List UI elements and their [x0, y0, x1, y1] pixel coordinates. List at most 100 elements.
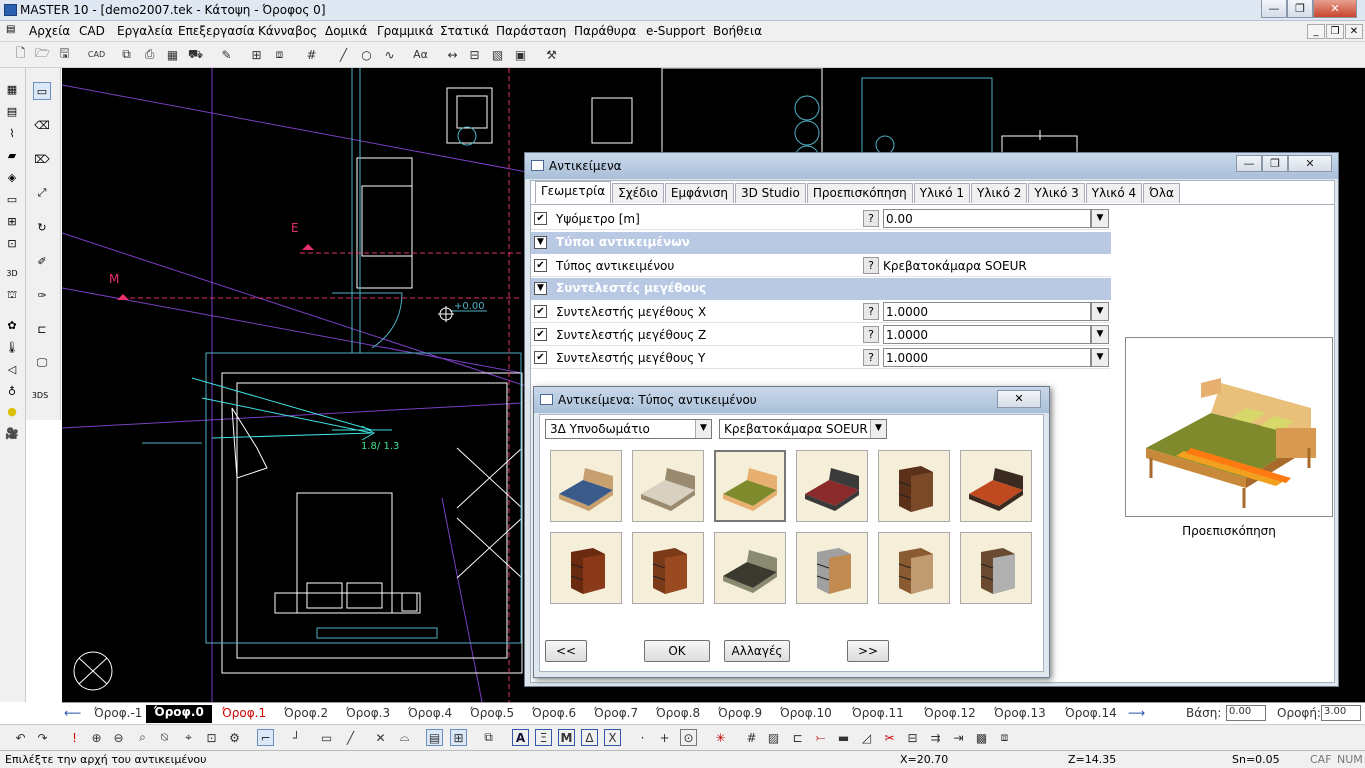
- roof-field[interactable]: 3.00: [1321, 705, 1361, 721]
- cad-icon[interactable]: CAD: [88, 46, 105, 63]
- dle-icon[interactable]: ⊟: [466, 46, 483, 63]
- window-icon[interactable]: ⊞: [3, 212, 21, 230]
- cart-icon[interactable]: ⛟: [187, 46, 204, 63]
- eyedropper-icon[interactable]: ✐: [33, 252, 51, 270]
- tallboy-icon[interactable]: [960, 532, 1032, 604]
- floor-tab-2[interactable]: Όροφ.2: [284, 706, 328, 720]
- category-select[interactable]: 3Δ Υπνοδωμάτιο ▼: [545, 419, 712, 439]
- wall-tool-icon[interactable]: ▬: [835, 729, 852, 746]
- thermometer-icon[interactable]: 🌡: [3, 338, 21, 356]
- grid-select-icon[interactable]: ⊞: [248, 46, 265, 63]
- erase-all-icon[interactable]: ⌦: [33, 150, 51, 168]
- menu-display[interactable]: Παράσταση: [496, 24, 566, 38]
- select-object-icon[interactable]: ▭: [33, 82, 51, 100]
- text-frame-icon[interactable]: Ξ: [535, 729, 552, 746]
- trim-icon[interactable]: ✂: [881, 729, 898, 746]
- align-icon[interactable]: ⊟: [904, 729, 921, 746]
- base-field[interactable]: 0.00: [1226, 705, 1266, 721]
- properties-icon[interactable]: ⊏: [33, 320, 51, 338]
- scale-x-dropdown-icon[interactable]: ▼: [1091, 302, 1109, 321]
- tab-appearance[interactable]: Εμφάνιση: [664, 183, 734, 203]
- print-icon[interactable]: ⎙: [141, 46, 158, 63]
- bed-blue-icon[interactable]: [550, 450, 622, 522]
- layers-icon[interactable]: ⧈: [271, 46, 288, 63]
- door-icon[interactable]: ⊡: [3, 234, 21, 252]
- scale-x-checkbox[interactable]: ✔: [534, 305, 547, 318]
- floor-tab-11[interactable]: Όροφ.11: [852, 706, 904, 720]
- floor-tab-14[interactable]: Όροφ.14: [1065, 706, 1117, 720]
- scale-y-dropdown-icon[interactable]: ▼: [1091, 348, 1109, 367]
- objects-dialog-minimize-button[interactable]: —: [1236, 155, 1262, 172]
- tab-preview[interactable]: Προεπισκόπηση: [806, 183, 913, 203]
- offset-icon[interactable]: ⇉: [927, 729, 944, 746]
- menu-linear[interactable]: Γραμμικά: [377, 24, 434, 38]
- hatch-area-icon[interactable]: ▨: [765, 729, 782, 746]
- extend-icon[interactable]: ⤚: [812, 729, 829, 746]
- text-m-icon[interactable]: M: [558, 729, 575, 746]
- zoom-previous-icon[interactable]: ⍉: [156, 729, 173, 746]
- vanity-mirror-icon[interactable]: [878, 532, 950, 604]
- size-section-header[interactable]: ▼ Συντελεστές μεγέθους: [531, 278, 1111, 300]
- types-collapse-icon[interactable]: ▼: [534, 236, 547, 249]
- menu-cad[interactable]: CAD: [79, 24, 105, 38]
- scale-x-field[interactable]: 1.0000: [883, 302, 1091, 321]
- tab-geometry[interactable]: Γεωμετρία: [535, 181, 612, 203]
- curve-icon[interactable]: ∿: [381, 46, 398, 63]
- bed-soeur-icon[interactable]: [714, 450, 786, 522]
- objects-dialog-titlebar[interactable]: Αντικείμενα — ❐ ✕: [525, 153, 1338, 179]
- pencil-icon[interactable]: ✎: [218, 46, 235, 63]
- drawers-grey-icon[interactable]: [796, 532, 868, 604]
- scale-z-dropdown-icon[interactable]: ▼: [1091, 325, 1109, 344]
- sun-icon[interactable]: ●: [3, 402, 21, 420]
- zoom-window-icon[interactable]: ⌕: [134, 729, 151, 746]
- rotate-icon[interactable]: ↻: [33, 218, 51, 236]
- menu-windows[interactable]: Παράθυρα: [574, 24, 636, 38]
- text-x-icon[interactable]: X: [604, 729, 621, 746]
- changes-button[interactable]: Αλλαγές: [724, 640, 790, 662]
- furniture-icon[interactable]: ⛫: [3, 286, 21, 304]
- 3ds-icon[interactable]: 3DS: [31, 386, 49, 404]
- lamp-icon[interactable]: ◁: [3, 360, 21, 378]
- scale-z-checkbox[interactable]: ✔: [534, 328, 547, 341]
- floor-tab-minus1[interactable]: Όροφ.-1: [94, 706, 142, 720]
- bed-slatted-icon[interactable]: [960, 450, 1032, 522]
- floor-tab-6[interactable]: Όροφ.6: [532, 706, 576, 720]
- floor-tab-9[interactable]: Όροφ.9: [718, 706, 762, 720]
- group-icon[interactable]: ⧈: [996, 729, 1013, 746]
- grid-hash-icon[interactable]: #: [743, 729, 760, 746]
- column-icon[interactable]: ▤: [3, 102, 21, 120]
- scale-y-checkbox[interactable]: ✔: [534, 351, 547, 364]
- snap-cross-icon[interactable]: ✕: [372, 729, 389, 746]
- ortho-icon[interactable]: ⌐: [257, 729, 274, 746]
- alert-icon[interactable]: !: [66, 729, 83, 746]
- item-select[interactable]: Κρεβατοκάμαρα SOEUR ▼: [719, 419, 887, 439]
- zoom-extents-icon[interactable]: ⊡: [203, 729, 220, 746]
- parallel-icon[interactable]: ⊏: [789, 729, 806, 746]
- category-dropdown-icon[interactable]: ▼: [695, 420, 711, 438]
- move-icon[interactable]: ⤢: [33, 184, 51, 202]
- bed-beige-icon[interactable]: [632, 450, 704, 522]
- prev-page-button[interactable]: <<: [545, 640, 587, 662]
- scale-y-field[interactable]: 1.0000: [883, 348, 1091, 367]
- menu-help[interactable]: Βοήθεια: [713, 24, 762, 38]
- scale-z-help-button[interactable]: ?: [863, 326, 879, 343]
- camera-icon[interactable]: 🎥: [3, 424, 21, 442]
- print-preview-icon[interactable]: ▦: [164, 46, 181, 63]
- floor-next-arrow-icon[interactable]: ⟶: [1128, 706, 1145, 720]
- altitude-checkbox[interactable]: ✔: [534, 212, 547, 225]
- size-collapse-icon[interactable]: ▼: [534, 282, 547, 295]
- zoom-in-icon[interactable]: ⊕: [88, 729, 105, 746]
- slab-icon[interactable]: ◈: [3, 168, 21, 186]
- wall-icon[interactable]: ▦: [3, 80, 21, 98]
- mdi-minimize-button[interactable]: _: [1307, 24, 1325, 39]
- floor-tab-1[interactable]: Όροφ.1: [222, 706, 266, 720]
- bed-red-icon[interactable]: [796, 450, 868, 522]
- nightstand-icon[interactable]: [878, 450, 950, 522]
- floor-tab-10[interactable]: Όροφ.10: [780, 706, 832, 720]
- hash-grid-icon[interactable]: #: [303, 46, 320, 63]
- next-page-button[interactable]: >>: [847, 640, 889, 662]
- objects-dialog-close-button[interactable]: ✕: [1288, 155, 1332, 172]
- tab-material-4[interactable]: Υλικό 4: [1085, 183, 1143, 203]
- mdi-restore-button[interactable]: ❐: [1326, 24, 1344, 39]
- point-icon[interactable]: ·: [634, 729, 651, 746]
